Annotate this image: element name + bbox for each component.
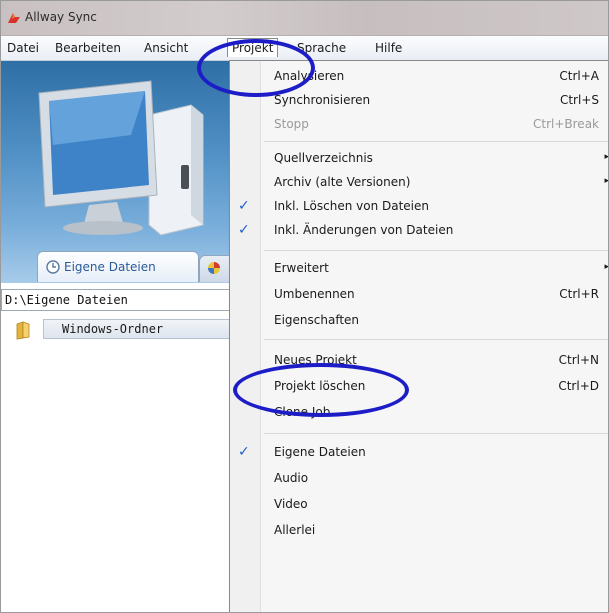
computer-illustration-icon (38, 80, 204, 236)
path-input[interactable]: D:\Eigene Dateien (1, 289, 233, 311)
allway-sync-logo-icon (8, 13, 20, 23)
menu-item-label: Audio (274, 471, 309, 485)
menu-hilfe[interactable]: Hilfe (371, 39, 406, 57)
window-title: Allway Sync (25, 10, 97, 24)
menu-item-inkl-loeschen[interactable]: ✓ Inkl. Löschen von Dateien (230, 195, 608, 219)
menu-item-eigene-dateien[interactable]: ✓ Eigene Dateien (230, 441, 608, 465)
menu-item-label: Allerlei (274, 523, 316, 537)
folder-row[interactable]: Windows-Ordner (1, 317, 233, 343)
menu-item-label: Neues Projekt (274, 353, 357, 367)
menu-item-umbenennen[interactable]: Umbenennen Ctrl+R (230, 283, 608, 307)
menu-item-label: Projekt löschen (274, 379, 366, 393)
menu-item-eigenschaften[interactable]: Eigenschaften (230, 309, 608, 333)
menu-item-audio[interactable]: Audio (230, 467, 608, 491)
menu-item-video[interactable]: Video (230, 493, 608, 517)
menu-item-label: Umbenennen (274, 287, 355, 301)
menu-item-label: Inkl. Änderungen von Dateien (274, 223, 454, 237)
tab-eigene-dateien[interactable]: Eigene Dateien (37, 251, 199, 282)
menu-item-label: Analysieren (274, 69, 345, 83)
checkmark-icon: ✓ (238, 198, 250, 214)
menu-item-shortcut: Ctrl+S (559, 93, 599, 107)
menu-item-shortcut: Ctrl+D (558, 379, 599, 393)
menu-item-shortcut: Ctrl+N (558, 353, 599, 367)
menu-item-label: Eigene Dateien (274, 445, 366, 459)
submenu-arrow-icon: ▸ (604, 152, 609, 162)
menu-projekt[interactable]: Projekt (227, 38, 279, 57)
menu-item-label: Clone Job (274, 405, 331, 419)
menu-datei[interactable]: Datei (3, 39, 43, 57)
menu-item-synchronisieren[interactable]: Synchronisieren Ctrl+S (230, 89, 608, 113)
menu-item-quellverzeichnis[interactable]: Quellverzeichnis ▸ (230, 147, 609, 171)
menu-item-analysieren[interactable]: Analysieren Ctrl+A (230, 65, 608, 89)
menu-item-shortcut: Ctrl+R (559, 287, 599, 301)
tab-strip: Eigene Dateien (1, 247, 235, 283)
menu-separator (264, 250, 608, 251)
folder-icon (16, 321, 30, 340)
left-panel: Eigene Dateien D:\Eigene Dateien Windows… (1, 61, 235, 612)
menu-bearbeiten[interactable]: Bearbeiten (51, 39, 125, 57)
tab-label: Eigene Dateien (64, 260, 156, 274)
menu-item-clone-job[interactable]: Clone Job (230, 401, 608, 425)
menu-item-shortcut: Ctrl+Break (533, 117, 599, 131)
menu-item-label: Quellverzeichnis (274, 151, 373, 165)
clock-icon (46, 260, 60, 274)
menu-separator (264, 433, 608, 434)
folder-label: Windows-Ordner (43, 319, 231, 339)
menu-item-allerlei[interactable]: Allerlei (230, 519, 608, 543)
menu-item-label: Inkl. Löschen von Dateien (274, 199, 429, 213)
menu-item-stopp: Stopp Ctrl+Break (230, 113, 608, 137)
menu-item-projekt-loeschen[interactable]: Projekt löschen Ctrl+D (230, 375, 608, 399)
menu-item-erweitert[interactable]: Erweitert ▸ (230, 257, 609, 281)
menu-item-label: Eigenschaften (274, 313, 360, 327)
menu-item-label: Stopp (274, 117, 309, 131)
menu-item-inkl-aenderungen[interactable]: ✓ Inkl. Änderungen von Dateien (230, 219, 608, 243)
menu-bar: Datei Bearbeiten Ansicht Projekt Sprache… (1, 36, 608, 61)
checkmark-icon: ✓ (238, 444, 250, 460)
submenu-arrow-icon: ▸ (604, 262, 609, 272)
app-window: Allway Sync Datei Bearbeiten Ansicht Pro… (0, 0, 609, 613)
menu-ansicht[interactable]: Ansicht (140, 39, 192, 57)
colorful-globe-icon (208, 262, 220, 274)
submenu-arrow-icon: ▸ (604, 176, 609, 186)
menu-item-shortcut: Ctrl+A (559, 69, 599, 83)
menu-item-label: Erweitert (274, 261, 329, 275)
title-bar[interactable]: Allway Sync (1, 1, 608, 36)
menu-separator (264, 141, 608, 142)
menu-item-label: Synchronisieren (274, 93, 371, 107)
menu-item-neues-projekt[interactable]: Neues Projekt Ctrl+N (230, 349, 608, 373)
projekt-dropdown-menu: Analysieren Ctrl+A Synchronisieren Ctrl+… (229, 60, 609, 612)
menu-item-label: Archiv (alte Versionen) (274, 175, 411, 189)
checkmark-icon: ✓ (238, 222, 250, 238)
menu-item-archiv[interactable]: Archiv (alte Versionen) ▸ (230, 171, 609, 195)
menu-sprache[interactable]: Sprache (293, 39, 350, 57)
menu-separator (264, 339, 608, 340)
menu-item-label: Video (274, 497, 308, 511)
